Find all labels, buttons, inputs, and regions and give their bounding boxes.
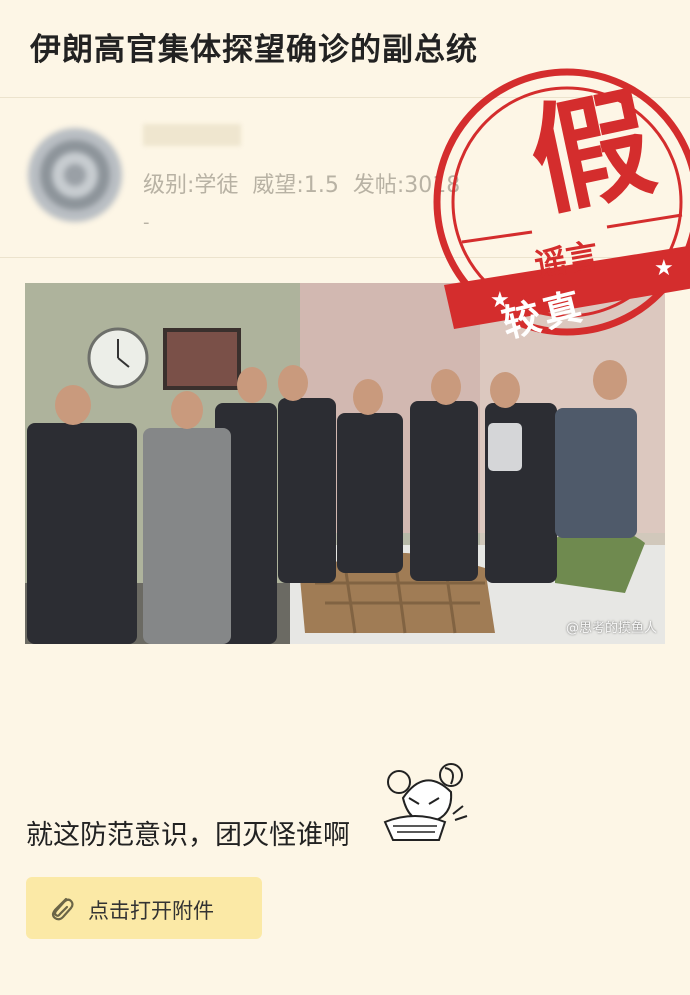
author-stats: 级别:学徒 威望:1.5 发帖:3018 xyxy=(143,167,474,199)
author-reputation: 威望:1.5 xyxy=(252,173,339,198)
anime-girl-sticker-icon xyxy=(379,758,471,842)
post-image[interactable]: @思考的摸鱼人 xyxy=(25,283,665,644)
post-body-text: 就这防范意识，团灭怪谁啊 xyxy=(26,820,350,851)
attachment-label: 点击打开附件 xyxy=(88,899,214,923)
open-attachment-button[interactable]: 点击打开附件 xyxy=(26,877,262,939)
image-watermark: @思考的摸鱼人 xyxy=(565,621,657,636)
post-title: 伊朗高官集体探望确诊的副总统 xyxy=(30,32,478,68)
avatar[interactable] xyxy=(28,128,122,222)
author-level: 级别:学徒 xyxy=(143,173,239,198)
username[interactable] xyxy=(143,124,241,146)
stamp-main-text: 假 xyxy=(518,73,666,234)
hospital-visit-photo xyxy=(25,283,665,644)
fake-news-stamp: ★ ★ 假 谣言 较真 xyxy=(432,67,690,346)
paperclip-icon xyxy=(51,897,74,921)
author-extra: - xyxy=(143,212,150,233)
svg-text:★: ★ xyxy=(654,256,674,281)
